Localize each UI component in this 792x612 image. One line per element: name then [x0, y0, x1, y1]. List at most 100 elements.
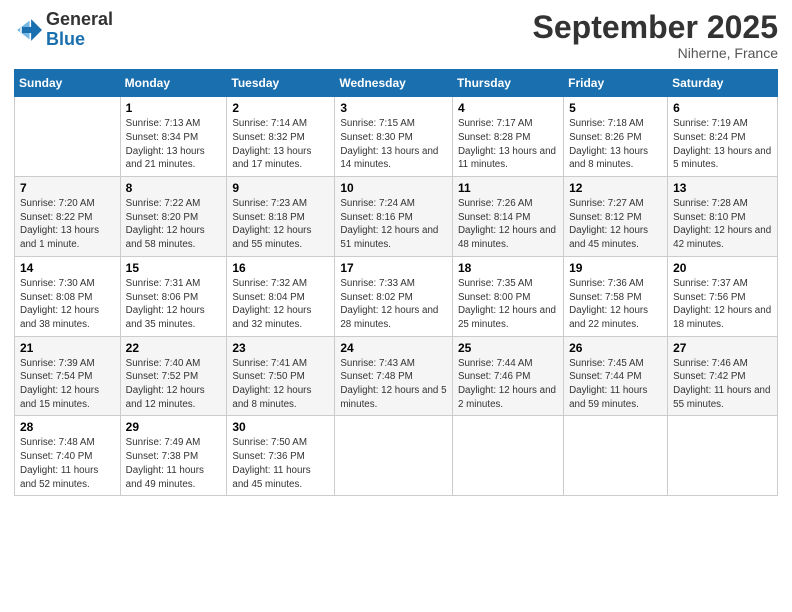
day-number: 27 — [673, 341, 772, 355]
day-cell: 24 Sunrise: 7:43 AMSunset: 7:48 PMDayligh… — [335, 336, 453, 416]
day-cell: 16 Sunrise: 7:32 AMSunset: 8:04 PMDayligh… — [227, 256, 335, 336]
week-row-3: 14Sunrise: 7:30 AMSunset: 8:08 PMDayligh… — [15, 256, 778, 336]
subtitle: Niherne, France — [533, 45, 778, 61]
day-cell: 2Sunrise: 7:14 AMSunset: 8:32 PMDaylight… — [227, 97, 335, 177]
day-number: 13 — [673, 181, 772, 195]
week-row-4: 21 Sunrise: 7:39 AMSunset: 7:54 PMDayligh… — [15, 336, 778, 416]
title-block: September 2025 Niherne, France — [533, 10, 778, 61]
day-number: 17 — [340, 261, 447, 275]
logo: General Blue — [14, 10, 113, 50]
day-cell — [335, 416, 453, 496]
week-row-5: 28 Sunrise: 7:48 AMSunset: 7:40 PMDayligh… — [15, 416, 778, 496]
day-info: Sunrise: 7:46 AMSunset: 7:42 PMDaylight:… — [673, 357, 772, 412]
day-info: Sunrise: 7:17 AMSunset: 8:28 PMDaylight:… — [458, 117, 558, 172]
day-info: Sunrise: 7:22 AMSunset: 8:20 PMDaylight:… — [126, 197, 222, 252]
day-cell: 23 Sunrise: 7:41 AMSunset: 7:50 PMDayligh… — [227, 336, 335, 416]
day-number: 24 — [340, 341, 447, 355]
day-cell: 11 Sunrise: 7:26 AMSunset: 8:14 PMDayligh… — [452, 177, 563, 257]
day-info: Sunrise: 7:20 AMSunset: 8:22 PMDaylight:… — [20, 197, 115, 252]
main-title: September 2025 — [533, 10, 778, 45]
day-cell: 14Sunrise: 7:30 AMSunset: 8:08 PMDayligh… — [15, 256, 121, 336]
col-header-saturday: Saturday — [668, 70, 778, 97]
day-info: Sunrise: 7:18 AMSunset: 8:26 PMDaylight:… — [569, 117, 662, 172]
day-info: Sunrise: 7:19 AMSunset: 8:24 PMDaylight:… — [673, 117, 772, 172]
day-cell: 13 Sunrise: 7:28 AMSunset: 8:10 PMDayligh… — [668, 177, 778, 257]
day-info: Sunrise: 7:49 AMSunset: 7:38 PMDaylight:… — [126, 436, 222, 491]
col-header-wednesday: Wednesday — [335, 70, 453, 97]
day-cell: 29 Sunrise: 7:49 AMSunset: 7:38 PMDayligh… — [120, 416, 227, 496]
day-info: Sunrise: 7:50 AMSunset: 7:36 PMDaylight:… — [232, 436, 329, 491]
day-number: 16 — [232, 261, 329, 275]
day-cell — [564, 416, 668, 496]
day-number: 29 — [126, 420, 222, 434]
logo-icon — [14, 16, 42, 44]
day-number: 2 — [232, 101, 329, 115]
day-info: Sunrise: 7:33 AMSunset: 8:02 PMDaylight:… — [340, 277, 447, 332]
day-cell: 17 Sunrise: 7:33 AMSunset: 8:02 PMDayligh… — [335, 256, 453, 336]
day-number: 8 — [126, 181, 222, 195]
day-number: 21 — [20, 341, 115, 355]
day-number: 3 — [340, 101, 447, 115]
day-cell: 4 Sunrise: 7:17 AMSunset: 8:28 PMDaylight… — [452, 97, 563, 177]
day-info: Sunrise: 7:45 AMSunset: 7:44 PMDaylight:… — [569, 357, 662, 412]
day-cell: 20Sunrise: 7:37 AMSunset: 7:56 PMDayligh… — [668, 256, 778, 336]
day-cell: 18Sunrise: 7:35 AMSunset: 8:00 PMDayligh… — [452, 256, 563, 336]
day-number: 20 — [673, 261, 772, 275]
day-cell: 27 Sunrise: 7:46 AMSunset: 7:42 PMDayligh… — [668, 336, 778, 416]
day-info: Sunrise: 7:48 AMSunset: 7:40 PMDaylight:… — [20, 436, 115, 491]
day-cell: 22 Sunrise: 7:40 AMSunset: 7:52 PMDayligh… — [120, 336, 227, 416]
day-number: 7 — [20, 181, 115, 195]
day-cell — [15, 97, 121, 177]
day-info: Sunrise: 7:43 AMSunset: 7:48 PMDaylight:… — [340, 357, 447, 412]
day-info: Sunrise: 7:36 AMSunset: 7:58 PMDaylight:… — [569, 277, 662, 332]
day-number: 26 — [569, 341, 662, 355]
col-header-sunday: Sunday — [15, 70, 121, 97]
day-info: Sunrise: 7:23 AMSunset: 8:18 PMDaylight:… — [232, 197, 329, 252]
day-info: Sunrise: 7:26 AMSunset: 8:14 PMDaylight:… — [458, 197, 558, 252]
day-cell: 8 Sunrise: 7:22 AMSunset: 8:20 PMDaylight… — [120, 177, 227, 257]
day-cell: 15 Sunrise: 7:31 AMSunset: 8:06 PMDayligh… — [120, 256, 227, 336]
day-cell: 30 Sunrise: 7:50 AMSunset: 7:36 PMDayligh… — [227, 416, 335, 496]
day-cell: 3Sunrise: 7:15 AMSunset: 8:30 PMDaylight… — [335, 97, 453, 177]
day-number: 22 — [126, 341, 222, 355]
col-header-thursday: Thursday — [452, 70, 563, 97]
day-cell — [452, 416, 563, 496]
col-header-friday: Friday — [564, 70, 668, 97]
day-info: Sunrise: 7:39 AMSunset: 7:54 PMDaylight:… — [20, 357, 115, 412]
day-cell: 5 Sunrise: 7:18 AMSunset: 8:26 PMDaylight… — [564, 97, 668, 177]
day-cell — [668, 416, 778, 496]
header: General Blue September 2025 Niherne, Fra… — [14, 10, 778, 61]
day-number: 5 — [569, 101, 662, 115]
day-info: Sunrise: 7:28 AMSunset: 8:10 PMDaylight:… — [673, 197, 772, 252]
day-number: 25 — [458, 341, 558, 355]
day-number: 12 — [569, 181, 662, 195]
day-cell: 9 Sunrise: 7:23 AMSunset: 8:18 PMDaylight… — [227, 177, 335, 257]
day-info: Sunrise: 7:32 AMSunset: 8:04 PMDaylight:… — [232, 277, 329, 332]
day-number: 28 — [20, 420, 115, 434]
day-number: 11 — [458, 181, 558, 195]
day-info: Sunrise: 7:31 AMSunset: 8:06 PMDaylight:… — [126, 277, 222, 332]
day-number: 9 — [232, 181, 329, 195]
col-header-tuesday: Tuesday — [227, 70, 335, 97]
day-number: 18 — [458, 261, 558, 275]
day-info: Sunrise: 7:44 AMSunset: 7:46 PMDaylight:… — [458, 357, 558, 412]
day-number: 10 — [340, 181, 447, 195]
day-cell: 26 Sunrise: 7:45 AMSunset: 7:44 PMDayligh… — [564, 336, 668, 416]
day-info: Sunrise: 7:27 AMSunset: 8:12 PMDaylight:… — [569, 197, 662, 252]
day-cell: 25 Sunrise: 7:44 AMSunset: 7:46 PMDayligh… — [452, 336, 563, 416]
day-info: Sunrise: 7:40 AMSunset: 7:52 PMDaylight:… — [126, 357, 222, 412]
logo-line1: General — [46, 10, 113, 30]
day-info: Sunrise: 7:24 AMSunset: 8:16 PMDaylight:… — [340, 197, 447, 252]
day-number: 1 — [126, 101, 222, 115]
day-cell: 7 Sunrise: 7:20 AMSunset: 8:22 PMDaylight… — [15, 177, 121, 257]
day-cell: 6Sunrise: 7:19 AMSunset: 8:24 PMDaylight… — [668, 97, 778, 177]
day-number: 4 — [458, 101, 558, 115]
day-cell: 1Sunrise: 7:13 AMSunset: 8:34 PMDaylight… — [120, 97, 227, 177]
day-number: 19 — [569, 261, 662, 275]
calendar-table: SundayMondayTuesdayWednesdayThursdayFrid… — [14, 69, 778, 496]
day-number: 15 — [126, 261, 222, 275]
day-number: 23 — [232, 341, 329, 355]
logo-line2: Blue — [46, 30, 113, 50]
day-info: Sunrise: 7:41 AMSunset: 7:50 PMDaylight:… — [232, 357, 329, 412]
day-number: 30 — [232, 420, 329, 434]
